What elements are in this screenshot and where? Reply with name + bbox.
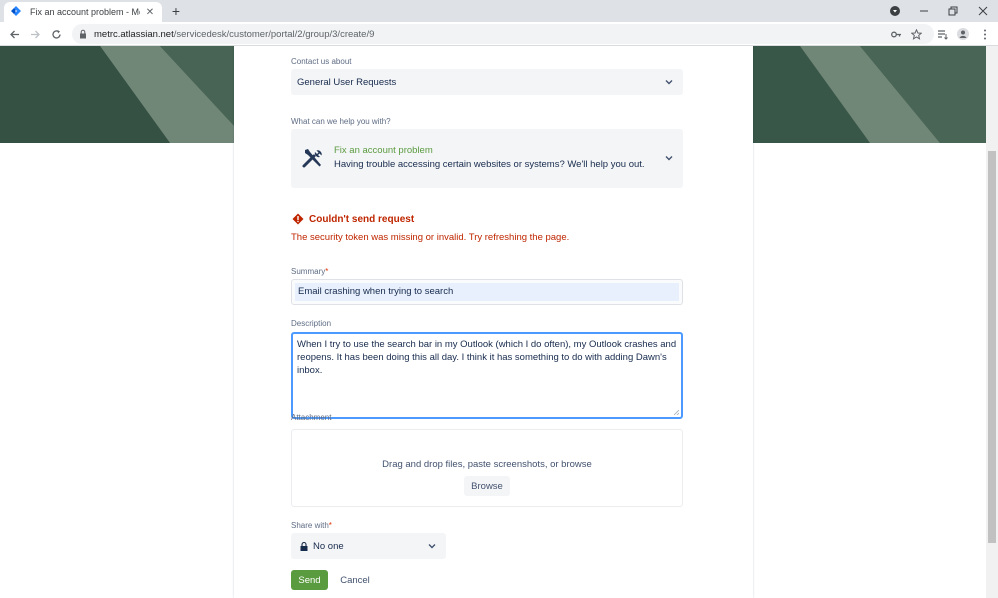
jira-favicon-icon	[11, 6, 21, 16]
error-message: The security token was missing or invali…	[291, 232, 570, 243]
url-host: metrc.atlassian.net	[94, 28, 174, 40]
attachment-label: Attachment	[291, 413, 332, 422]
summary-input[interactable]: Email crashing when trying to search	[291, 279, 683, 305]
resize-handle-icon[interactable]	[673, 409, 679, 415]
share-label: Share with*	[291, 521, 332, 530]
chevron-down-icon	[665, 80, 673, 85]
description-textarea[interactable]: When I try to use the search bar in my O…	[291, 332, 683, 419]
browser-tab-strip: Fix an account problem - Metrc I ✕ +	[0, 0, 998, 22]
page-scrollbar[interactable]	[986, 46, 998, 598]
address-bar[interactable]: metrc.atlassian.net/servicedesk/customer…	[72, 24, 934, 44]
reading-list-icon[interactable]	[934, 26, 950, 42]
send-button[interactable]: Send	[291, 570, 328, 590]
request-form-card: Contact us about General User Requests W…	[234, 46, 753, 598]
attachment-dropzone[interactable]: Drag and drop files, paste screenshots, …	[291, 429, 683, 507]
browse-button[interactable]: Browse	[464, 476, 510, 496]
close-window-icon[interactable]	[975, 3, 991, 19]
contact-label: Contact us about	[291, 57, 352, 66]
minimize-icon[interactable]	[916, 3, 932, 19]
chevron-down-icon	[428, 544, 436, 549]
scrollbar-thumb[interactable]	[988, 151, 996, 543]
chevron-down-icon	[665, 156, 673, 161]
reload-icon[interactable]	[48, 26, 64, 42]
cancel-button[interactable]: Cancel	[338, 570, 372, 590]
url-path: /servicedesk/customer/portal/2/group/3/c…	[173, 28, 375, 40]
summary-label-text: Summary	[291, 267, 326, 276]
share-label-text: Share with	[291, 521, 329, 530]
required-asterisk: *	[325, 267, 329, 276]
portal-page: Contact us about General User Requests W…	[0, 46, 986, 598]
error-icon	[292, 213, 304, 225]
bookmark-star-icon[interactable]	[908, 26, 924, 42]
request-type-select[interactable]: Fix an account problem Having trouble ac…	[291, 129, 683, 188]
url-text: metrc.atlassian.net/servicedesk/customer…	[94, 29, 374, 40]
tools-icon	[302, 149, 322, 168]
browser-toolbar: metrc.atlassian.net/servicedesk/customer…	[0, 22, 998, 46]
required-asterisk: *	[328, 521, 332, 530]
back-arrow-icon[interactable]	[6, 26, 22, 42]
error-title: Couldn't send request	[309, 214, 415, 225]
description-label: Description	[291, 319, 332, 328]
tab-title: Fix an account problem - Metrc I	[30, 7, 140, 17]
attachment-hint: Drag and drop files, paste screenshots, …	[382, 459, 592, 470]
summary-label: Summary*	[291, 267, 328, 276]
forward-arrow-icon[interactable]	[27, 26, 43, 42]
contact-select[interactable]: General User Requests	[291, 69, 683, 95]
description-text: When I try to use the search bar in my O…	[297, 339, 677, 376]
lock-icon	[80, 29, 86, 39]
summary-input-value: Email crashing when trying to search	[295, 283, 679, 301]
menu-kebab-icon[interactable]	[977, 26, 993, 42]
restore-icon[interactable]	[945, 3, 961, 19]
share-with-select[interactable]: No one	[291, 533, 446, 559]
request-type-description: Having trouble accessing certain website…	[334, 159, 645, 170]
request-type-title: Fix an account problem	[334, 145, 433, 156]
lock-icon	[300, 541, 308, 551]
contact-select-value: General User Requests	[297, 76, 397, 88]
help-label: What can we help you with?	[291, 117, 391, 126]
profile-dropdown-icon[interactable]	[887, 3, 903, 19]
tab-close-icon[interactable]: ✕	[144, 7, 156, 18]
profile-avatar-icon[interactable]	[955, 26, 971, 42]
share-with-value: No one	[313, 540, 344, 552]
key-icon[interactable]	[888, 26, 904, 42]
new-tab-button[interactable]: +	[168, 3, 184, 19]
browser-tab[interactable]: Fix an account problem - Metrc I ✕	[4, 2, 162, 22]
